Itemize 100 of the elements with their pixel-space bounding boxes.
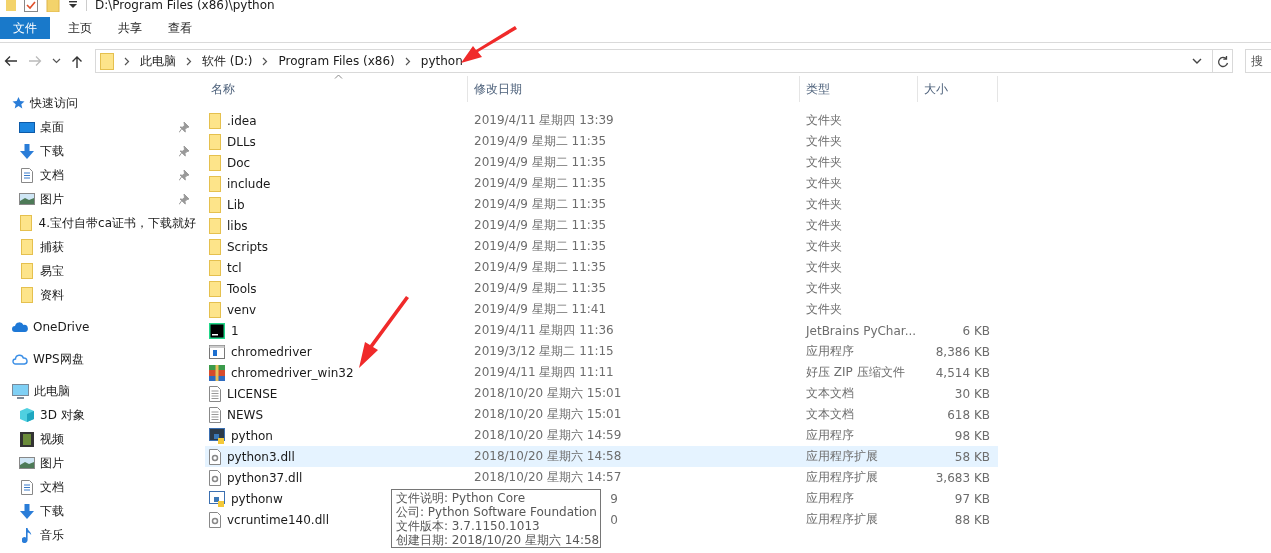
breadcrumb[interactable]: 此电脑 [140,52,176,70]
sidebar-item[interactable]: 此电脑 [0,379,196,403]
tooltip-line: 文件版本: 3.7.1150.1013 [396,519,541,533]
breadcrumb[interactable]: 软件 (D:) [202,52,253,70]
sort-caret-icon [334,74,343,79]
annotation-arrow [461,26,517,63]
window-title: D:\Program Files (x86)\python [95,0,275,12]
sidebar-item[interactable]: 捕获 [0,235,196,259]
column-header[interactable]: 修改日期 [468,76,800,102]
modified-date: 0 [609,512,618,527]
folder-icon [20,215,33,231]
sidebar-item[interactable]: 资料 [0,283,196,307]
image-icon [19,193,35,205]
checkbox-icon[interactable] [24,0,38,12]
sidebar-item[interactable]: 易宝 [0,259,196,283]
ribbon-tab[interactable]: 主页 [55,17,105,39]
python-app-icon [209,490,225,507]
file-name: 1 [231,323,239,338]
file-name: include [227,176,271,191]
sidebar-item[interactable]: 4.宝付自带ca证书，下载就好 [0,211,196,235]
modified-date: 2018/10/20 星期六 14:58 [473,448,623,465]
file-size: 4,514 KB [934,365,991,380]
music-note-icon [22,527,32,543]
file-name: Doc [227,155,251,170]
modified-date: 2019/4/11 星期四 13:39 [473,112,615,129]
search-field[interactable]: 搜 [1245,49,1271,73]
chevron-right-icon[interactable] [186,56,192,66]
sidebar-item[interactable]: 桌面 [0,115,196,139]
address-bar[interactable]: 此电脑 软件 (D:) Program Files (x86) python [95,49,1233,73]
sidebar-item[interactable]: 快速访问 [0,91,196,115]
file-name: python3.dll [227,449,295,464]
sidebar-item[interactable]: 3D 对象 [0,403,196,427]
chevron-right-icon[interactable] [404,56,411,66]
folder-icon [100,52,114,70]
sidebar-item[interactable]: 文档 [0,163,196,187]
breadcrumb[interactable]: Program Files (x86) [278,54,395,68]
file-type: 应用程序 [805,490,855,507]
file-name: libs [227,218,248,233]
cloud-icon [12,322,28,332]
sidebar-item[interactable]: 图片 [0,451,196,475]
chevron-down-icon[interactable] [1192,57,1202,65]
file-type: 文件夹 [805,259,843,276]
ribbon-tab[interactable]: 查看 [155,17,205,39]
gear-file-icon [209,511,221,528]
annotation-arrow [359,296,409,368]
sidebar-item[interactable]: 图片 [0,187,196,211]
tooltip-line: 公司: Python Software Foundation [396,505,596,519]
sidebar-item[interactable]: 音乐 [0,523,196,547]
monitor-icon [19,121,35,133]
sidebar-item[interactable]: OneDrive [0,315,196,339]
pin-icon[interactable] [179,170,189,181]
folder-icon [209,112,221,129]
modified-date: 2018/10/20 星期六 14:57 [473,469,623,486]
folder-icon [209,196,221,213]
file-type: 文本文档 [805,406,855,423]
file-type: 文件夹 [805,175,843,192]
file-name: .idea [227,113,257,128]
file-name: vcruntime140.dll [227,512,329,527]
file-name: venv [227,302,257,317]
file-type: 应用程序 [805,427,855,444]
sidebar-item[interactable]: 下载 [0,139,196,163]
back-icon[interactable] [4,55,18,67]
modified-date: 9 [609,491,618,506]
modified-date: 2019/4/11 星期四 11:11 [473,364,615,381]
sidebar-item[interactable]: 下载 [0,499,196,523]
sidebar-item[interactable]: 视频 [0,427,196,451]
pin-icon[interactable] [179,146,189,157]
column-header[interactable]: 大小 [918,76,998,102]
pin-icon[interactable] [179,122,189,133]
file-type: 应用程序扩展 [805,511,879,528]
cube-icon [19,407,35,423]
folder-icon [209,217,221,234]
sidebar-item[interactable]: WPS网盘 [0,347,196,371]
file-type: 文件夹 [805,238,843,255]
modified-date: 2019/4/9 星期二 11:41 [473,301,608,318]
up-arrow-icon[interactable] [71,54,83,68]
file-size: 58 KB [953,449,991,464]
column-header[interactable]: 类型 [800,76,918,102]
folder-icon [21,287,33,303]
modified-date: 2019/3/12 星期二 11:15 [473,343,615,360]
folder-icon [209,301,221,318]
cloud-icon [12,353,28,365]
file-name: DLLs [227,134,256,149]
dropdown-icon[interactable] [68,0,78,10]
modified-date: 2019/4/9 星期二 11:35 [473,238,608,255]
document-icon [21,167,33,183]
sidebar-item[interactable]: 文档 [0,475,196,499]
ribbon-tab[interactable]: 共享 [105,17,155,39]
column-header[interactable]: 名称 [205,76,468,102]
modified-date: 2019/4/9 星期二 11:35 [473,154,608,171]
pin-icon[interactable] [179,194,189,205]
app-window-icon [209,344,225,359]
ribbon-tab[interactable]: 文件 [0,17,50,39]
chevron-right-icon[interactable] [124,56,130,66]
file-row[interactable]: python3.dll 2018/10/20 星期六 14:58 应用程序扩展 58 KB [205,446,998,467]
chevron-right-icon[interactable] [262,56,269,66]
chevron-down-icon[interactable] [52,58,61,64]
document-icon [21,479,33,495]
file-name: Lib [227,197,245,212]
breadcrumb[interactable]: python [420,54,463,68]
